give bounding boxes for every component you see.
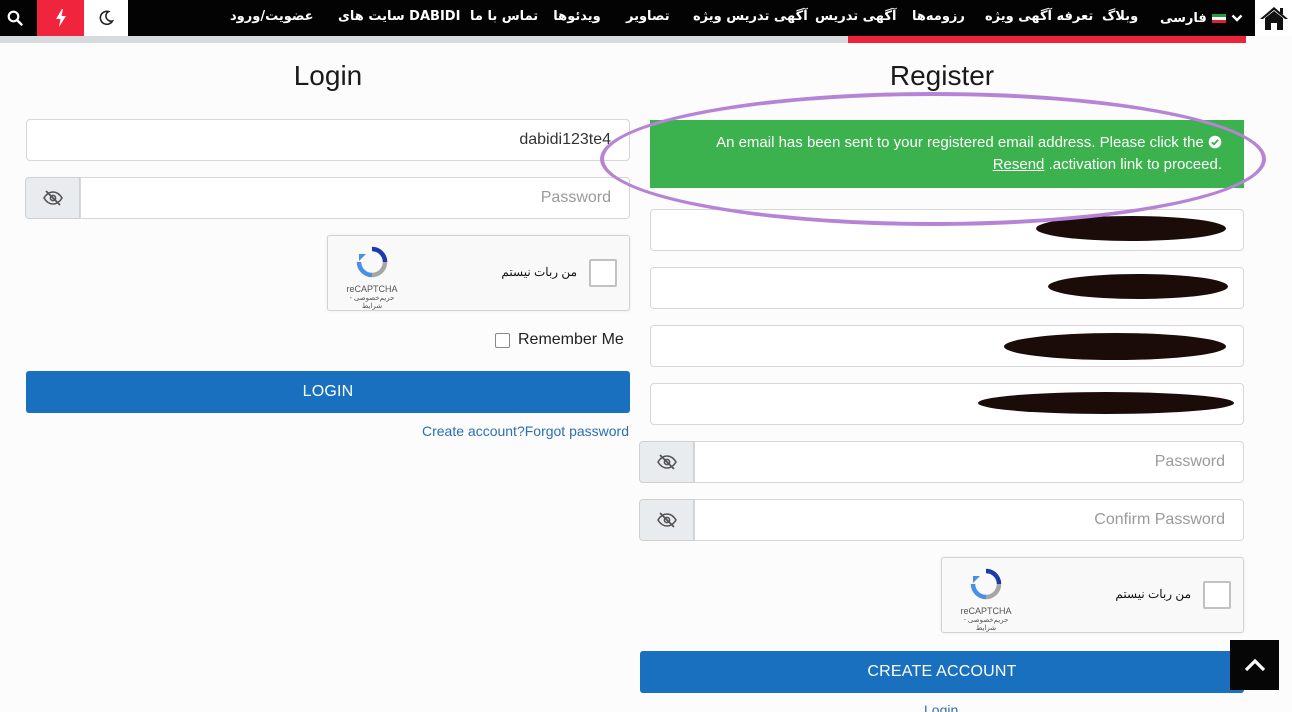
- remember-me[interactable]: Remember Me: [495, 331, 624, 349]
- login-title: Login: [293, 60, 363, 91]
- login-password-field[interactable]: [80, 177, 630, 219]
- recaptcha-icon: [356, 246, 388, 278]
- redaction-mark: [1036, 216, 1226, 241]
- create-forgot-links[interactable]: Create account?Forgot password: [422, 423, 629, 439]
- remember-me-label: Remember Me: [518, 331, 624, 348]
- nav-item-blog[interactable]: وبلاگ: [1102, 0, 1138, 36]
- register-recaptcha-label: من ربات نیستم: [1115, 587, 1191, 601]
- recaptcha-links[interactable]: حریم‌خصوصی - شرایط: [340, 294, 404, 310]
- nav-divider: [0, 36, 848, 43]
- recaptcha-logo: reCAPTCHA حریم‌خصوصی - شرایط: [954, 568, 1018, 632]
- nav-item-videos[interactable]: ویدئوها: [553, 0, 601, 36]
- resend-link[interactable]: Resend: [993, 156, 1045, 173]
- nav-item-resumes[interactable]: رزومه‌ها: [912, 0, 965, 36]
- alert-line-2: Resend .activation link to proceed.: [682, 154, 1222, 176]
- redaction-mark: [1048, 274, 1228, 299]
- recaptcha-icon: [970, 568, 1002, 600]
- register-password-input[interactable]: [713, 442, 1225, 482]
- success-alert: An email has been sent to your registere…: [670, 120, 1244, 188]
- flash-button[interactable]: [37, 0, 84, 36]
- eye-slash-icon: [656, 512, 677, 528]
- recaptcha-brand: reCAPTCHA: [346, 284, 398, 294]
- chevron-down-icon: [1231, 14, 1243, 22]
- home-button[interactable]: [1255, 0, 1292, 36]
- recaptcha-logo: reCAPTCHA حریم‌خصوصی - شرایط: [340, 246, 404, 310]
- register-password-toggle[interactable]: [639, 441, 694, 483]
- check-circle-icon: [1208, 135, 1222, 149]
- eye-slash-icon: [42, 190, 63, 206]
- login-recaptcha-checkbox[interactable]: [589, 259, 617, 287]
- recaptcha-links[interactable]: حریم‌خصوصی - شرایط: [954, 616, 1018, 632]
- moon-icon: [99, 10, 114, 26]
- alert-text-line2: .activation link to proceed.: [1048, 156, 1222, 173]
- login-button[interactable]: LOGIN: [26, 371, 630, 413]
- login-recaptcha: من ربات نیستم reCAPTCHA حریم‌خصوصی - شرا…: [327, 235, 630, 311]
- search-button[interactable]: [0, 0, 30, 36]
- recaptcha-brand: reCAPTCHA: [960, 606, 1012, 616]
- register-recaptcha: من ربات نیستم reCAPTCHA حریم‌خصوصی - شرا…: [941, 557, 1244, 633]
- login-username-field[interactable]: [26, 119, 630, 161]
- redaction-mark: [1004, 333, 1226, 360]
- top-nav: عضویت/ورود سایت های DABIDI تماس با ما وی…: [0, 0, 1292, 36]
- nav-accent-stripe: [848, 36, 1246, 43]
- register-confirm-toggle[interactable]: [639, 499, 694, 541]
- nav-item-login-register[interactable]: عضویت/ورود: [230, 0, 314, 36]
- alert-edge: [650, 120, 670, 188]
- register-confirm-field[interactable]: [694, 499, 1244, 541]
- register-confirm-input[interactable]: [713, 500, 1225, 540]
- login-username-input[interactable]: [45, 120, 611, 160]
- nav-item-ad-pricing[interactable]: تعرفه آگهی ویژه: [985, 0, 1093, 36]
- language-label: فارسی: [1160, 10, 1207, 26]
- nav-item-contact[interactable]: تماس با ما: [470, 0, 538, 36]
- nav-item-dabidi-sites[interactable]: سایت های DABIDI: [338, 0, 460, 36]
- language-selector[interactable]: فارسی: [1160, 0, 1244, 36]
- login-link[interactable]: Login: [924, 702, 958, 712]
- register-recaptcha-checkbox[interactable]: [1203, 581, 1231, 609]
- login-password-toggle[interactable]: [25, 177, 80, 219]
- login-password-input[interactable]: [99, 178, 611, 218]
- redaction-mark: [978, 392, 1234, 414]
- register-password-field[interactable]: [694, 441, 1244, 483]
- remember-me-checkbox[interactable]: [495, 332, 510, 348]
- login-recaptcha-label: من ربات نیستم: [501, 265, 577, 279]
- alert-text-line1: An email has been sent to your registere…: [716, 134, 1204, 151]
- chevron-up-icon: [1244, 658, 1265, 672]
- nav-item-featured-ads[interactable]: آگهی تدریس ویژه: [693, 0, 808, 36]
- iran-flag-icon: [1211, 13, 1226, 23]
- flash-icon: [55, 9, 66, 27]
- nav-item-teaching-ads[interactable]: آگهی تدریس: [815, 0, 896, 36]
- scroll-to-top-button[interactable]: [1230, 640, 1279, 690]
- home-icon: [1259, 7, 1288, 30]
- register-title: Register: [889, 60, 995, 91]
- nav-item-images[interactable]: تصاویر: [626, 0, 670, 36]
- search-icon: [7, 10, 23, 26]
- eye-slash-icon: [656, 454, 677, 470]
- dark-mode-toggle[interactable]: [84, 0, 128, 36]
- create-account-button[interactable]: CREATE ACCOUNT: [640, 651, 1244, 693]
- alert-line-1: An email has been sent to your registere…: [682, 132, 1222, 154]
